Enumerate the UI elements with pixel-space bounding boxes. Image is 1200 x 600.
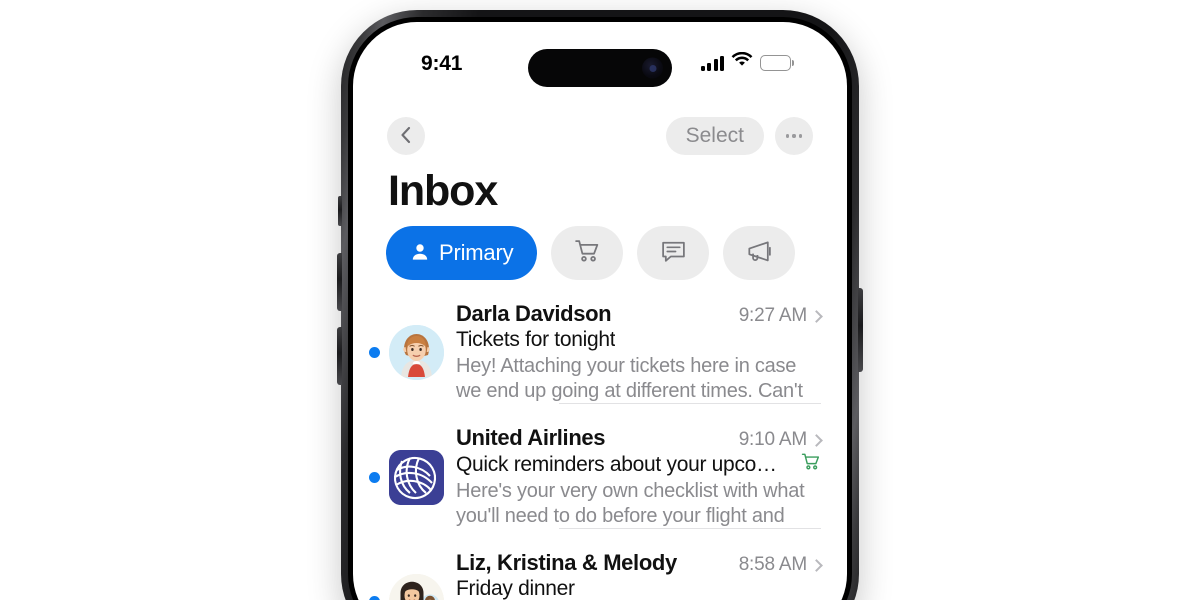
- email-timestamp: 9:27 AM: [738, 305, 808, 326]
- tab-updates[interactable]: [723, 226, 796, 280]
- email-header-line: United Airlines 9:10 AM: [456, 425, 823, 451]
- email-sender: Liz, Kristina & Melody: [456, 550, 677, 575]
- table-row[interactable]: Liz, Kristina & Melody 8:58 AM Friday di…: [353, 539, 847, 600]
- avatar: [389, 574, 444, 600]
- email-meta: 8:58 AM: [738, 554, 823, 576]
- email-meta: 9:27 AM: [738, 305, 823, 327]
- phone-screen: 9:41 Select Inbox Primary Darla Davidson…: [353, 22, 847, 600]
- memoji-woman-avatar: [389, 325, 444, 380]
- battery-full-icon: [760, 54, 791, 71]
- email-meta: 9:10 AM: [738, 429, 823, 451]
- nav-right-group: Select: [665, 117, 813, 155]
- table-row[interactable]: United Airlines 9:10 AM Quick reminders …: [353, 414, 847, 539]
- status-indicators: [700, 51, 791, 73]
- more-options-button[interactable]: [775, 117, 813, 155]
- email-sender: Darla Davidson: [456, 301, 612, 326]
- chevron-right-icon: [810, 433, 823, 447]
- ellipsis-icon: [785, 134, 803, 138]
- tab-primary[interactable]: Primary: [386, 226, 538, 280]
- email-timestamp: 9:10 AM: [738, 429, 808, 450]
- person-icon: [410, 242, 430, 265]
- power-button[interactable]: [858, 288, 863, 372]
- email-subject: Friday dinner: [456, 577, 575, 600]
- email-content: United Airlines 9:10 AM Quick reminders …: [456, 425, 823, 529]
- tab-shopping[interactable]: [551, 226, 624, 280]
- tab-transactions[interactable]: [637, 226, 710, 280]
- chevron-right-icon: [810, 558, 823, 572]
- screenshot-canvas: 9:41 Select Inbox Primary Darla Davidson…: [0, 0, 1200, 600]
- email-content: Liz, Kristina & Melody 8:58 AM Friday di…: [456, 550, 823, 600]
- email-subject: Tickets for tonight: [456, 328, 616, 351]
- email-timestamp: 8:58 AM: [738, 554, 808, 575]
- shopping-cart-icon: [801, 452, 821, 477]
- row-divider: [559, 528, 821, 529]
- volume-up-button[interactable]: [337, 253, 342, 311]
- email-header-line: Liz, Kristina & Melody 8:58 AM: [456, 550, 823, 576]
- email-subject-line: Tickets for tonight: [456, 328, 821, 352]
- table-row[interactable]: Darla Davidson 9:27 AM Tickets for tonig…: [353, 290, 847, 414]
- select-button-label: Select: [685, 124, 744, 147]
- email-preview: Here's your very own checklist with what…: [456, 480, 805, 527]
- mailbox-category-tabs: Primary: [386, 226, 796, 280]
- cellular-bars-icon: [700, 55, 724, 71]
- group-memoji-avatar: [389, 574, 444, 600]
- page-title: Inbox: [388, 167, 498, 215]
- email-sender: United Airlines: [456, 425, 606, 450]
- wifi-icon: [731, 51, 753, 73]
- back-button[interactable]: [387, 117, 425, 155]
- navigation-bar: Select: [353, 105, 847, 167]
- email-preview: Hey! Attaching your tickets here in case…: [456, 355, 803, 402]
- email-header-line: Darla Davidson 9:27 AM: [456, 301, 823, 327]
- email-subject-line: Quick reminders about your upcoming...: [456, 452, 821, 477]
- silent-switch-button[interactable]: [338, 196, 342, 226]
- chat-bubble-icon: [660, 238, 687, 268]
- volume-down-button[interactable]: [337, 327, 342, 385]
- dynamic-island[interactable]: [528, 49, 672, 87]
- megaphone-icon: [746, 238, 773, 268]
- status-time: 9:41: [421, 52, 463, 75]
- email-subject: Quick reminders about your upcoming...: [456, 452, 794, 476]
- email-subject-line: Friday dinner: [456, 577, 821, 600]
- select-button[interactable]: Select: [665, 117, 764, 155]
- shopping-cart-icon: [574, 238, 601, 268]
- chevron-left-icon: [399, 126, 413, 147]
- tab-primary-label: Primary: [439, 240, 514, 265]
- unread-indicator-dot: [369, 347, 380, 358]
- status-bar: 9:41: [353, 22, 847, 88]
- front-camera-icon: [642, 57, 663, 79]
- unread-indicator-dot: [369, 596, 380, 600]
- chevron-right-icon: [810, 309, 823, 323]
- email-content: Darla Davidson 9:27 AM Tickets for tonig…: [456, 301, 823, 404]
- row-divider: [559, 403, 821, 404]
- avatar: [389, 449, 444, 505]
- avatar: [389, 325, 444, 380]
- united-airlines-logo: [389, 449, 444, 505]
- unread-indicator-dot: [369, 471, 380, 483]
- email-list[interactable]: Darla Davidson 9:27 AM Tickets for tonig…: [353, 290, 847, 600]
